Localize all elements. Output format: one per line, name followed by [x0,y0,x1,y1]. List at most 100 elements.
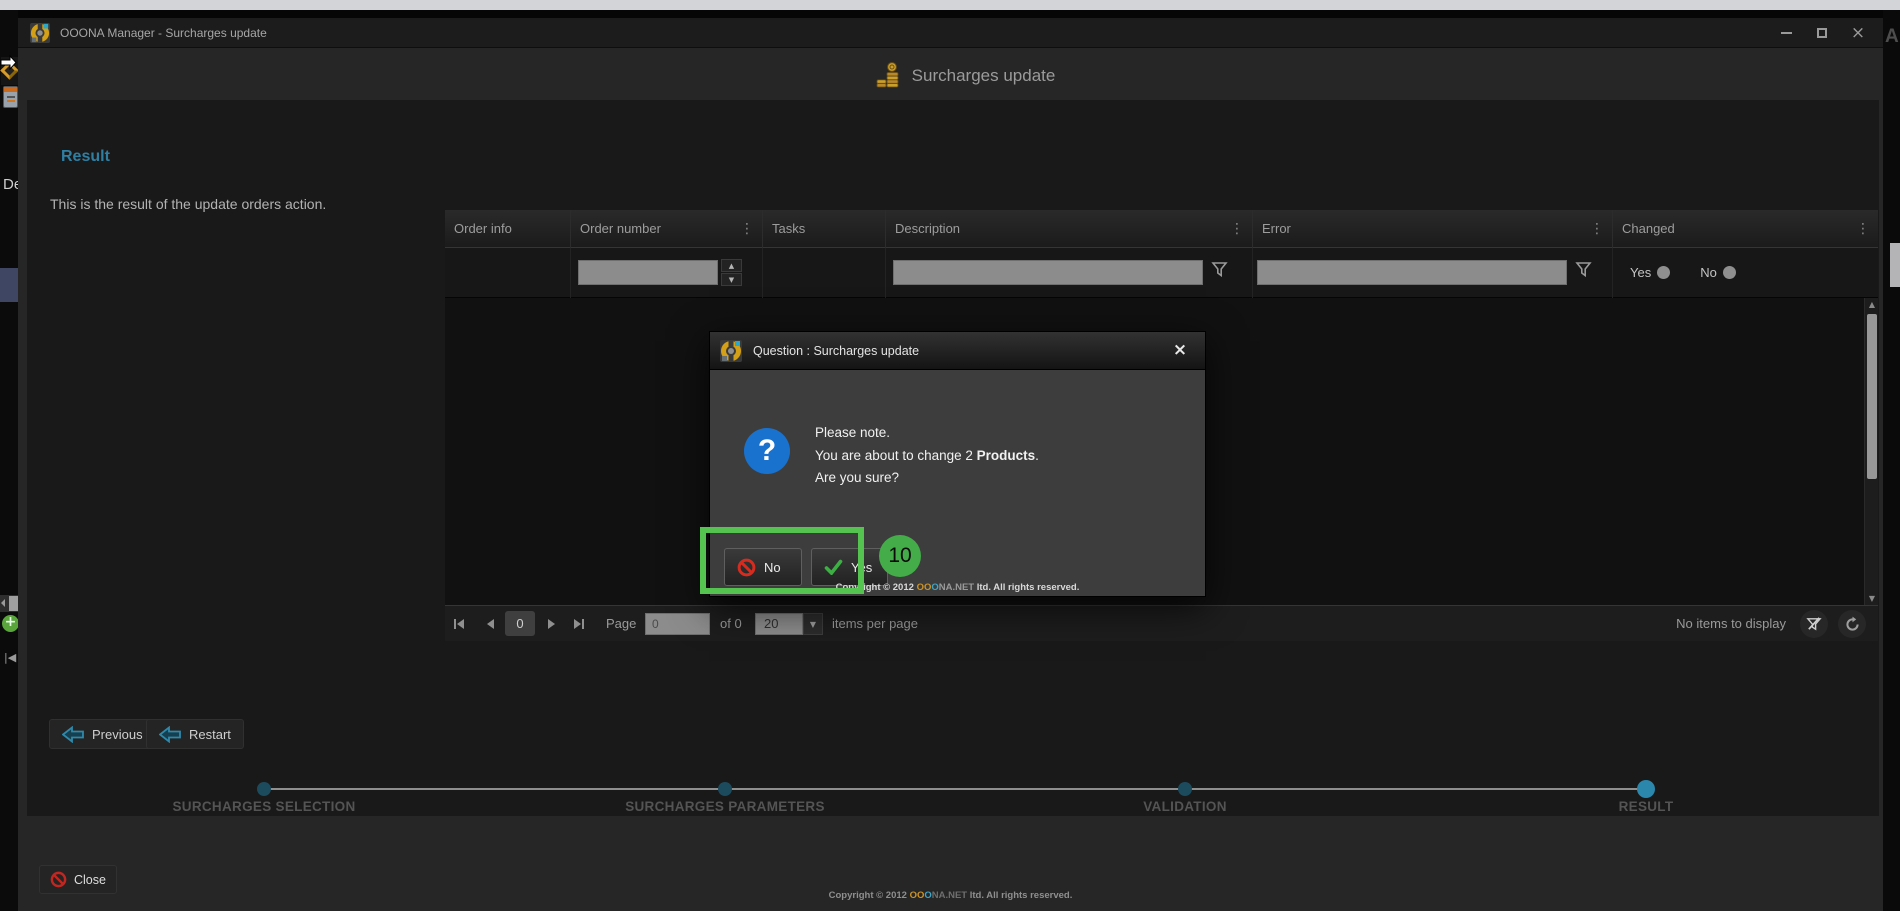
close-button-label: Close [74,872,106,887]
refresh-button[interactable] [1838,610,1866,638]
dialog-close-button[interactable]: × [1169,340,1191,362]
window-close-button[interactable]: × [1847,22,1869,44]
spinner-down-button[interactable]: ▼ [721,273,742,286]
step-dot-surcharges-parameters[interactable] [718,782,732,796]
changed-no-radio[interactable] [1722,266,1736,279]
page-size-select[interactable]: 20 [755,613,803,635]
changed-no-label: No [1700,265,1717,280]
dialog-title: Question : Surcharges update [753,343,920,358]
filter-separator [762,248,763,298]
page-label: Page [606,616,637,631]
dialog-message-line2: You are about to change 2 Products. [815,445,1039,468]
current-page-button[interactable]: 0 [505,611,535,636]
page-of-label: of 0 [720,616,742,631]
step-dot-validation[interactable] [1178,782,1192,796]
error-filter-input[interactable] [1257,260,1567,285]
column-header-order-info[interactable]: Order info [445,210,570,248]
filter-separator [885,248,886,298]
maximize-icon [1817,28,1827,38]
brand-ooona-teal: O [931,582,939,593]
items-per-page-label: items per page [832,616,918,631]
column-header-order-number[interactable]: Order number ⋮ [570,210,762,248]
description-filter-input[interactable] [893,260,1203,285]
brand-ooona-gold: OO [909,890,925,901]
window-title: OOONA Manager - Surcharges update [60,25,267,40]
background-app-right-fragment: A [1883,10,1900,911]
pager-status-text: No items to display [1676,616,1786,631]
spinner-up-button[interactable]: ▲ [721,259,742,272]
section-description: This is the result of the update orders … [50,196,327,212]
page-title: Surcharges update [911,66,1056,85]
funnel-icon [1575,262,1592,278]
first-page-button[interactable] [452,616,468,632]
column-header-description[interactable]: Description ⋮ [885,210,1252,248]
next-page-button[interactable] [543,616,559,632]
changed-yes-radio[interactable] [1657,266,1671,279]
background-app-left-fragment: De + |◀ [0,10,18,911]
coins-icon [876,62,899,88]
footer-copyright: Copyright © 2012 OOONA.NET ltd. All righ… [829,890,1073,901]
page-number-input[interactable] [645,613,710,635]
hscroll-thumb [9,596,18,611]
dialog-titlebar: Question : Surcharges update [710,332,1205,370]
section-title: Result [61,148,110,165]
vscroll-thumb[interactable] [1867,314,1877,479]
column-label: Description [895,221,961,236]
maximize-button[interactable] [1811,22,1833,44]
brand-ooona-net: NA.NET [931,890,968,901]
error-filter-funnel-button[interactable] [1575,261,1599,285]
grid-vertical-scrollbar[interactable]: ▲ ▼ [1864,298,1878,605]
add-button-fragment[interactable]: + [2,615,18,632]
window-controls: × [1775,18,1869,48]
message-line2-prefix: You are about to change 2 [815,447,977,463]
column-label: Order info [454,221,512,236]
grid-header-row: Order info Order number ⋮ Tasks Descripti… [445,210,1878,248]
previous-page-button[interactable] [483,616,499,632]
page-size-dropdown-icon[interactable]: ▼ [803,613,823,635]
brand-ooona-net: NA.NET [938,582,975,593]
filter-separator [570,248,571,298]
previous-button-label: Previous [92,726,143,742]
ooona-logo-icon [720,339,742,362]
changed-filter-radios: Yes No [1630,265,1736,280]
column-header-changed[interactable]: Changed ⋮ [1612,210,1878,248]
previous-button[interactable]: Previous [49,719,156,749]
order-number-filter-input[interactable] [578,260,718,285]
clear-filters-button[interactable] [1800,610,1828,638]
minimize-button[interactable] [1775,22,1797,44]
os-top-strip [0,0,1900,10]
step-dot-surcharges-selection[interactable] [257,782,271,796]
annotation-highlight-rectangle [700,527,864,594]
back-arrow-icon [159,725,181,743]
column-menu-icon[interactable]: ⋮ [1590,210,1604,248]
page-header: Surcharges update [18,48,1883,104]
description-filter-funnel-button[interactable] [1211,261,1235,285]
scroll-down-icon[interactable]: ▼ [1865,594,1879,603]
column-label: Changed [1622,221,1675,236]
restart-button[interactable]: Restart [146,719,244,749]
first-page-icon-fragment: |◀ [4,651,17,664]
grid-filter-row: ▲ ▼ Yes No [445,248,1878,298]
close-button[interactable]: Close [39,865,117,894]
column-header-error[interactable]: Error ⋮ [1252,210,1612,248]
last-page-button[interactable] [570,616,586,632]
background-letter-fragment: A [1885,26,1899,47]
order-number-spinner: ▲ ▼ [721,259,742,286]
column-header-tasks[interactable]: Tasks [762,210,885,248]
restart-button-label: Restart [189,726,231,742]
column-menu-icon[interactable]: ⋮ [1856,210,1870,248]
step-label-surcharges-parameters: SURCHARGES PARAMETERS [625,799,825,814]
prohibition-icon [50,871,67,888]
dialog-message-line3: Are you sure? [815,470,900,485]
message-line2-suffix: . [1035,447,1039,463]
funnel-icon [1211,262,1228,278]
refresh-icon [1845,616,1859,631]
background-vscrollbar-fragment [1890,243,1900,287]
scroll-up-icon[interactable]: ▲ [1865,300,1879,309]
changed-yes-label: Yes [1630,265,1652,280]
dialog-message: Please note. You are about to change 2 P… [815,422,1039,490]
grid-pager: 0 Page of 0 20 ▼ items per page No items… [445,605,1878,641]
column-menu-icon[interactable]: ⋮ [1230,210,1244,248]
column-menu-icon[interactable]: ⋮ [740,210,754,248]
step-dot-result[interactable] [1637,780,1655,798]
